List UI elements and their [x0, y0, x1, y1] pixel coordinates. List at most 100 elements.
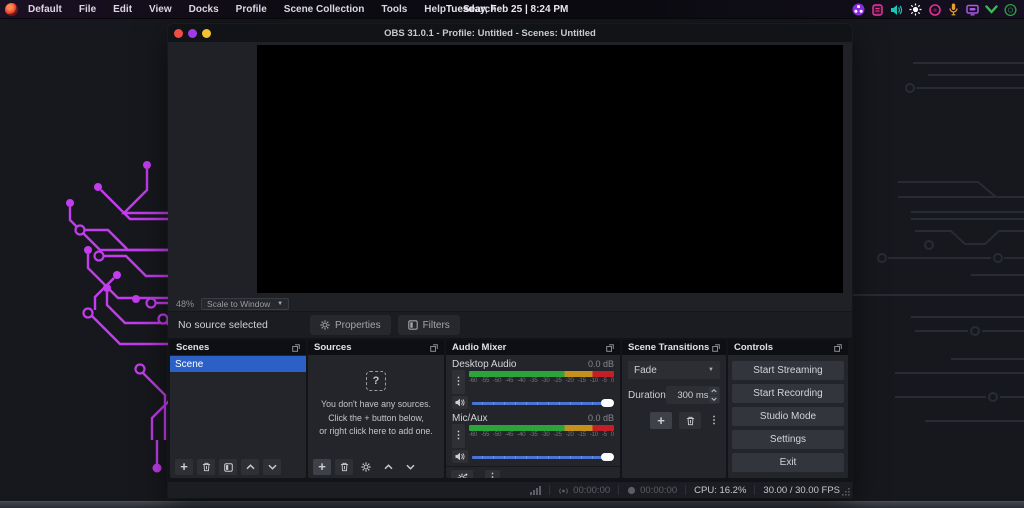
exit-button[interactable]: Exit	[732, 453, 844, 472]
resize-grip[interactable]	[842, 488, 850, 496]
menubar-items: Default File Edit View Docks Profile Scene Col…	[28, 4, 496, 15]
meter-tick-label: 0	[611, 378, 614, 384]
mixer-channel-mic-aux: Mic/Aux 0.0 dB ⋮ -60-55-50-45-40-35-30-2…	[452, 412, 614, 463]
move-scene-up-button[interactable]	[241, 459, 259, 475]
slider-handle[interactable]	[601, 453, 614, 461]
bottom-dock[interactable]	[0, 501, 1024, 508]
properties-button[interactable]: Properties	[310, 315, 391, 335]
sources-title: Sources	[314, 342, 352, 353]
remove-source-button[interactable]	[335, 459, 353, 475]
spin-up-button[interactable]	[709, 387, 719, 395]
brightness-icon[interactable]	[909, 3, 922, 16]
separator	[685, 485, 686, 495]
clock[interactable]: Tuesday, Feb 25 | 8:24 PM	[446, 4, 568, 15]
filters-button[interactable]: Filters	[398, 315, 460, 335]
sources-panel: Sources ? You don't have any sources. Cl…	[308, 340, 444, 478]
trash-icon	[340, 462, 349, 472]
menubar-item[interactable]: Tools	[381, 4, 407, 15]
popout-icon[interactable]	[712, 344, 720, 352]
filter-icon	[408, 320, 418, 330]
menubar-item[interactable]: Scene Collection	[284, 4, 365, 15]
add-transition-button[interactable]: +	[650, 412, 672, 429]
record-timer: 00:00:00	[627, 485, 677, 496]
menubar-item[interactable]: Edit	[113, 4, 132, 15]
meter-tick-label: -45	[505, 378, 513, 384]
menubar-item[interactable]: Help	[424, 4, 446, 15]
scene-transitions-panel: Scene Transitions Fade ▼ Duration 300 ms	[622, 340, 726, 478]
menubar-item[interactable]: Docks	[189, 4, 219, 15]
channel-menu-button[interactable]: ⋮	[452, 424, 465, 448]
volume-slider[interactable]	[472, 399, 614, 407]
meter-tick-label: -50	[493, 432, 501, 438]
slider-handle[interactable]	[601, 399, 614, 407]
mute-button[interactable]	[452, 396, 468, 409]
add-scene-button[interactable]: +	[175, 459, 193, 475]
preview-area[interactable]	[168, 42, 852, 296]
meter-tick-label: -15	[578, 432, 586, 438]
popout-icon[interactable]	[292, 344, 300, 352]
move-scene-down-button[interactable]	[263, 459, 281, 475]
spin-down-button[interactable]	[709, 396, 719, 404]
scene-list-item[interactable]: Scene	[170, 356, 306, 372]
distro-logo-icon[interactable]	[5, 3, 18, 16]
menubar-item[interactable]: Default	[28, 4, 62, 15]
empty-text-line: You don't have any sources.	[321, 399, 431, 411]
source-properties-button[interactable]	[357, 459, 375, 475]
channel-level: 0.0 dB	[588, 413, 614, 423]
meter-tick-label: -35	[529, 432, 537, 438]
popout-icon[interactable]	[606, 344, 614, 352]
duration-spinbox[interactable]: 300 ms	[666, 386, 720, 404]
preview-canvas[interactable]	[257, 45, 843, 293]
meter-tick-label: -45	[505, 432, 513, 438]
scene-filters-button[interactable]	[219, 459, 237, 475]
mute-button[interactable]	[452, 450, 468, 463]
start-recording-button[interactable]: Start Recording	[732, 384, 844, 403]
source-status-text: No source selected	[178, 319, 268, 331]
volume-icon[interactable]	[890, 3, 903, 16]
meter-tick-label: -30	[541, 432, 549, 438]
meter-tick-label: -55	[481, 378, 489, 384]
obs-tray-icon[interactable]	[852, 3, 865, 16]
obs-titlebar[interactable]: OBS 31.0.1 - Profile: Untitled - Scenes:…	[168, 24, 852, 42]
tray-expander-icon[interactable]	[985, 3, 998, 16]
meter-tick-label: -50	[493, 378, 501, 384]
move-source-down-button[interactable]	[401, 459, 419, 475]
channel-menu-button[interactable]: ⋮	[452, 370, 465, 394]
duration-label: Duration	[628, 390, 666, 401]
status-ring-icon[interactable]	[1004, 3, 1017, 16]
meter-tick-label: -25	[554, 432, 562, 438]
meter-tick-label: -5	[602, 378, 607, 384]
remove-transition-button[interactable]	[679, 412, 701, 429]
separator	[618, 485, 619, 495]
remove-scene-button[interactable]	[197, 459, 215, 475]
move-source-up-button[interactable]	[379, 459, 397, 475]
trash-icon	[686, 416, 695, 426]
menubar-item[interactable]: View	[149, 4, 172, 15]
scale-mode-dropdown[interactable]: Scale to Window ▼	[201, 298, 289, 310]
advanced-audio-button[interactable]	[451, 470, 473, 479]
stream-timer: 00:00:00	[558, 485, 610, 496]
display-tray-icon[interactable]	[966, 3, 979, 16]
add-source-button[interactable]: +	[313, 459, 331, 475]
obs-window: OBS 31.0.1 - Profile: Untitled - Scenes:…	[168, 24, 852, 498]
controls-title: Controls	[734, 342, 773, 353]
mic-tray-icon[interactable]	[947, 3, 960, 16]
meter-tick-label: -60	[469, 378, 477, 384]
start-streaming-button[interactable]: Start Streaming	[732, 361, 844, 380]
zoom-percentage: 48%	[176, 299, 194, 309]
popout-icon[interactable]	[834, 344, 842, 352]
mixer-menu-button[interactable]: ⋮	[485, 470, 500, 479]
settings-button[interactable]: Settings	[732, 430, 844, 449]
record-tray-icon[interactable]	[928, 3, 941, 16]
fps-counter: 30.00 / 30.00 FPS	[763, 485, 840, 496]
meter-tick-label: -40	[517, 378, 525, 384]
menubar-item[interactable]: File	[79, 4, 96, 15]
record-dot-icon	[627, 486, 636, 495]
menubar-item[interactable]: Profile	[236, 4, 267, 15]
volume-slider[interactable]	[472, 453, 614, 461]
popout-icon[interactable]	[430, 344, 438, 352]
transition-menu-button[interactable]: ⋮	[708, 412, 720, 429]
studio-mode-button[interactable]: Studio Mode	[732, 407, 844, 426]
clipboard-icon[interactable]	[871, 3, 884, 16]
transition-dropdown[interactable]: Fade ▼	[628, 361, 720, 379]
